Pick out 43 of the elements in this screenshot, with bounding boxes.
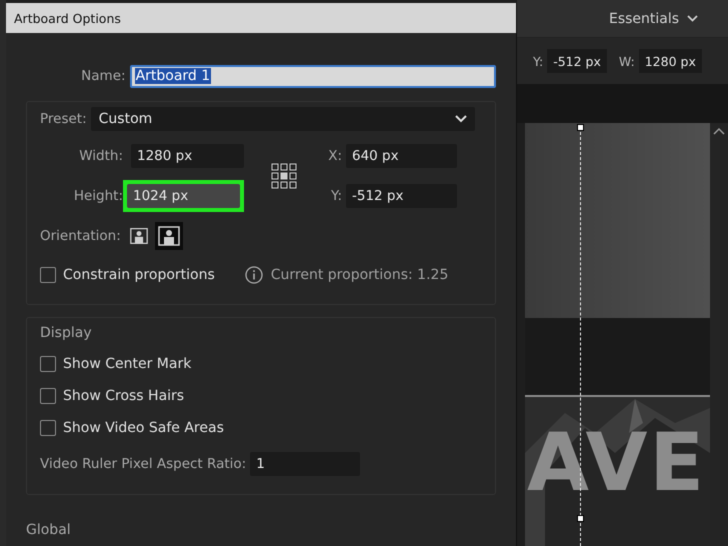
window-title: Artboard Options bbox=[6, 3, 516, 33]
checkbox-label: Show Video Safe Areas bbox=[63, 420, 224, 436]
chevron-icon bbox=[687, 15, 698, 22]
checkbox[interactable] bbox=[40, 267, 56, 283]
field-label: Height: bbox=[72, 188, 123, 204]
checkbox[interactable] bbox=[40, 388, 56, 404]
preset-dropdown[interactable]: Custom bbox=[90, 107, 475, 131]
landscape-icon bbox=[158, 226, 180, 246]
name-field[interactable]: Artboard 1 bbox=[130, 64, 496, 88]
checkbox-label: Show Cross Hairs bbox=[63, 388, 184, 404]
checkbox-label: Show Center Mark bbox=[63, 356, 192, 372]
selection-handle[interactable] bbox=[577, 124, 584, 131]
size-field[interactable]: 1280 px bbox=[131, 144, 244, 168]
portrait-icon bbox=[130, 226, 148, 246]
info-icon bbox=[244, 266, 263, 284]
field-label: Video Ruler Pixel Aspect Ratio: bbox=[40, 456, 246, 472]
ratio-field[interactable]: 1 bbox=[250, 452, 360, 476]
selection-handle[interactable] bbox=[577, 515, 584, 522]
checkbox-label: Constrain proportions bbox=[63, 267, 215, 283]
transform-field[interactable]: -512 px bbox=[547, 49, 607, 73]
field-label: Width: bbox=[78, 148, 123, 164]
transform-field[interactable]: 1280 px bbox=[638, 49, 702, 73]
position-field[interactable]: -512 px bbox=[346, 184, 457, 208]
checkbox[interactable] bbox=[40, 356, 56, 372]
field-label: X: bbox=[327, 148, 342, 164]
scroll-up-icon[interactable] bbox=[713, 127, 725, 135]
field-label: Y: bbox=[330, 188, 342, 204]
field-label: Name: bbox=[80, 68, 126, 84]
field-label: Preset: bbox=[40, 111, 87, 127]
reference-point-icon[interactable] bbox=[271, 163, 297, 189]
section-title: Display bbox=[40, 324, 93, 343]
checkbox[interactable] bbox=[40, 420, 56, 436]
chevron-icon bbox=[454, 115, 467, 123]
position-field[interactable]: 640 px bbox=[346, 144, 457, 168]
artboard-text: AVE bbox=[527, 423, 706, 503]
size-field[interactable]: 1024 px bbox=[127, 184, 240, 208]
orientation-button[interactable] bbox=[154, 222, 183, 250]
field-label: Y: bbox=[533, 54, 544, 68]
field-label: W: bbox=[618, 54, 635, 68]
workspace-menu[interactable]: Essentials bbox=[609, 10, 698, 26]
field-label: Orientation: bbox=[40, 228, 121, 244]
proportions-text: Current proportions: 1.25 bbox=[270, 267, 448, 283]
section-title: Global bbox=[26, 521, 72, 540]
